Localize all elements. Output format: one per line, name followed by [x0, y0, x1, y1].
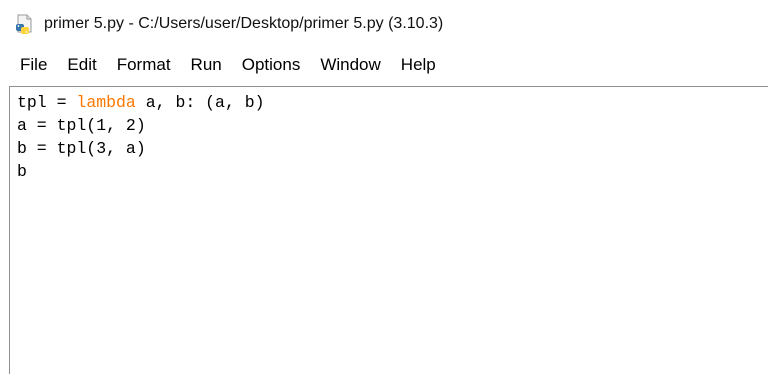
menu-window[interactable]: Window [310, 52, 390, 78]
code-line-2: a = tpl(1, 2) [17, 114, 768, 137]
menu-bar: File Edit Format Run Options Window Help [0, 48, 768, 82]
title-bar[interactable]: primer 5.py - C:/Users/user/Desktop/prim… [0, 0, 768, 48]
code-line-3: b = tpl(3, a) [17, 137, 768, 160]
code-editor[interactable]: tpl = lambda a, b: (a, b) a = tpl(1, 2) … [9, 86, 768, 374]
menu-options[interactable]: Options [232, 52, 311, 78]
code-line-1: tpl = lambda a, b: (a, b) [17, 91, 768, 114]
keyword-lambda: lambda [76, 93, 136, 112]
python-file-icon [14, 13, 36, 35]
menu-help[interactable]: Help [391, 52, 446, 78]
code-line-4: b [17, 160, 768, 183]
menu-edit[interactable]: Edit [57, 52, 106, 78]
window-title: primer 5.py - C:/Users/user/Desktop/prim… [44, 15, 444, 32]
code-text: b [17, 162, 27, 181]
code-text: b = tpl(3, a) [17, 139, 146, 158]
menu-file[interactable]: File [11, 52, 57, 78]
code-text: a = tpl(1, 2) [17, 116, 146, 135]
menu-format[interactable]: Format [107, 52, 181, 78]
code-text: a, b: (a, b) [135, 93, 265, 112]
code-text: tpl = [17, 93, 77, 112]
menu-run[interactable]: Run [181, 52, 232, 78]
idle-editor-window: primer 5.py - C:/Users/user/Desktop/prim… [0, 0, 768, 374]
